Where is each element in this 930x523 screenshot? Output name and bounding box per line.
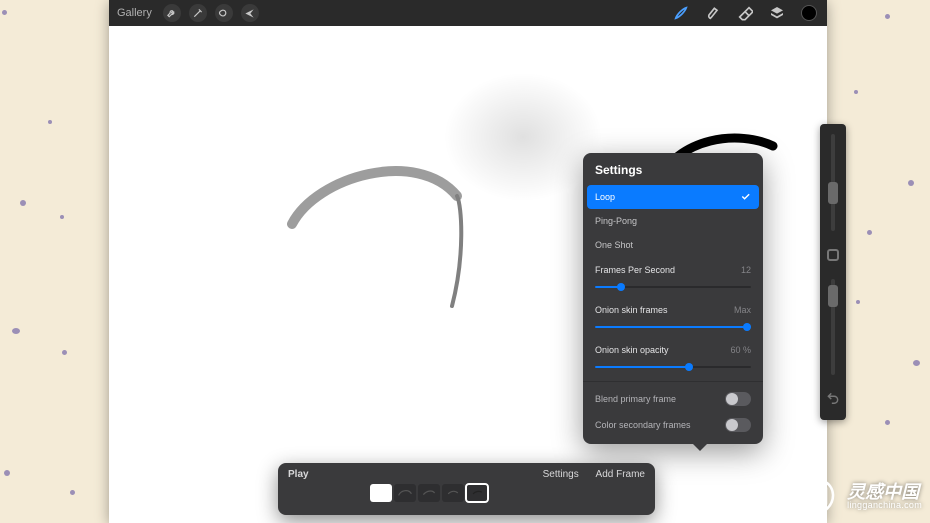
wand-icon[interactable] — [189, 4, 207, 22]
onion-opacity-slider[interactable] — [595, 361, 751, 373]
smudge-icon[interactable] — [705, 5, 721, 21]
brush-opacity-slider[interactable] — [831, 279, 835, 376]
eraser-icon[interactable] — [737, 5, 753, 21]
animation-timeline: Play Settings Add Frame — [278, 463, 655, 515]
app-window: Gallery Settings Loop Ping-P — [109, 0, 827, 523]
onion-frames-slider[interactable] — [595, 321, 751, 333]
option-label: Ping-Pong — [595, 216, 637, 226]
top-toolbar: Gallery — [109, 0, 827, 26]
onion-opacity-row: Onion skin opacity 60 % — [583, 337, 763, 377]
frame-thumb[interactable] — [370, 484, 392, 502]
slider-value: Max — [734, 305, 751, 315]
option-loop[interactable]: Loop — [587, 185, 759, 209]
slider-label: Onion skin opacity — [595, 345, 669, 355]
side-sliders — [820, 124, 846, 420]
check-icon — [740, 191, 751, 204]
animation-settings-popover: Settings Loop Ping-Pong One Shot Frames … — [583, 153, 763, 444]
fps-row: Frames Per Second 12 — [583, 257, 763, 297]
watermark-domain: lingganchina.com — [847, 501, 922, 510]
popover-title: Settings — [583, 153, 763, 185]
layers-icon[interactable] — [769, 5, 785, 21]
add-frame-button[interactable]: Add Frame — [596, 469, 645, 480]
slider-value: 12 — [741, 265, 751, 275]
frame-thumb[interactable] — [442, 484, 464, 502]
wrench-icon[interactable] — [163, 4, 181, 22]
color-secondary-toggle[interactable] — [725, 418, 751, 432]
frame-thumb[interactable] — [466, 484, 488, 502]
option-label: Loop — [595, 192, 615, 202]
color-secondary-row: Color secondary frames — [583, 412, 763, 438]
toggle-label: Blend primary frame — [595, 394, 676, 404]
fps-slider[interactable] — [595, 281, 751, 293]
play-button[interactable]: Play — [288, 469, 309, 480]
gallery-button[interactable]: Gallery — [117, 7, 152, 19]
frames-strip[interactable] — [278, 484, 655, 508]
frame-thumb[interactable] — [418, 484, 440, 502]
blend-primary-toggle[interactable] — [725, 392, 751, 406]
undo-icon[interactable] — [826, 391, 840, 410]
slider-value: 60 % — [730, 345, 751, 355]
modify-button[interactable] — [827, 249, 839, 261]
move-icon[interactable] — [241, 4, 259, 22]
slider-label: Onion skin frames — [595, 305, 668, 315]
onion-stroke-1 — [277, 156, 487, 326]
color-well[interactable] — [801, 5, 817, 21]
watermark: 灵感中国 lingganchina.com — [809, 479, 922, 513]
selection-icon[interactable] — [215, 4, 233, 22]
frame-thumb[interactable] — [394, 484, 416, 502]
timeline-settings-button[interactable]: Settings — [543, 469, 579, 480]
watermark-text: 灵感中国 — [847, 483, 922, 501]
toggle-label: Color secondary frames — [595, 420, 691, 430]
brush-size-slider[interactable] — [831, 134, 835, 231]
option-label: One Shot — [595, 240, 633, 250]
slider-label: Frames Per Second — [595, 265, 675, 275]
onion-frames-row: Onion skin frames Max — [583, 297, 763, 337]
option-ping-pong[interactable]: Ping-Pong — [583, 209, 763, 233]
option-one-shot[interactable]: One Shot — [583, 233, 763, 257]
brush-icon[interactable] — [673, 5, 689, 21]
blend-primary-row: Blend primary frame — [583, 386, 763, 412]
